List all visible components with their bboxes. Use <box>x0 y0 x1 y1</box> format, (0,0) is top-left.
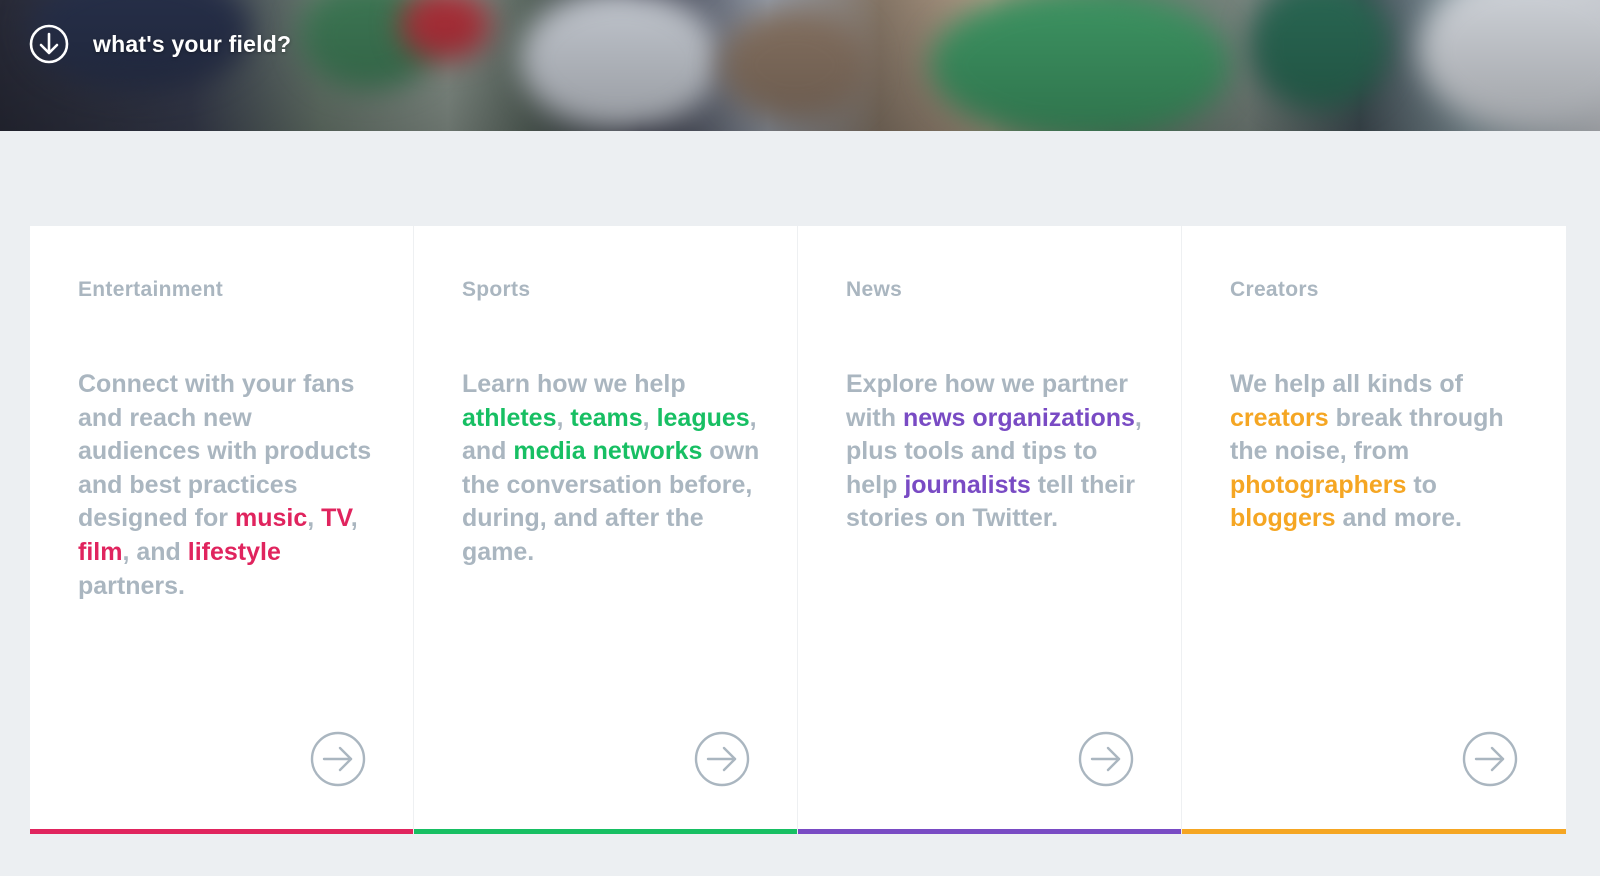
highlight-keyword: leagues <box>656 403 750 432</box>
highlight-keyword: lifestyle <box>187 537 281 566</box>
card-description: We help all kinds of creators break thro… <box>1230 368 1530 536</box>
highlight-keyword: journalists <box>904 470 1031 499</box>
description-text: , <box>350 504 358 533</box>
highlight-keyword: bloggers <box>1230 504 1336 533</box>
card-label: Sports <box>462 278 531 301</box>
hero-title: what's your field? <box>93 30 292 57</box>
description-text: partners. <box>78 571 185 600</box>
description-text: , <box>307 504 322 533</box>
card-accent-bar <box>30 829 413 834</box>
highlight-keyword: teams <box>570 403 643 432</box>
hero-header: what's your field? <box>29 24 291 64</box>
card-sports[interactable]: Sports Learn how we help athletes, teams… <box>414 226 798 834</box>
hero-shade <box>0 0 1600 131</box>
card-description: Connect with your fans and reach new aud… <box>78 368 378 603</box>
highlight-keyword: news organizations <box>902 403 1135 432</box>
description-text: , <box>556 403 571 432</box>
highlight-keyword: TV <box>321 504 351 533</box>
card-entertainment[interactable]: Entertainment Connect with your fans and… <box>30 226 414 834</box>
description-text: , <box>642 403 657 432</box>
card-label: Creators <box>1230 278 1319 301</box>
description-text: We help all kinds of <box>1230 370 1463 398</box>
description-text: Learn how we help <box>462 370 686 398</box>
card-label: News <box>846 278 903 301</box>
card-accent-bar <box>798 829 1181 834</box>
field-cards: Entertainment Connect with your fans and… <box>30 226 1566 834</box>
arrow-down-circle-icon[interactable] <box>29 24 69 64</box>
card-accent-bar <box>414 829 797 834</box>
highlight-keyword: athletes <box>462 403 557 432</box>
highlight-keyword: film <box>78 537 123 566</box>
arrow-right-circle-icon[interactable] <box>1462 731 1518 787</box>
hero-banner: what's your field? <box>0 0 1600 131</box>
description-text: to <box>1406 470 1437 499</box>
highlight-keyword: photographers <box>1230 470 1407 499</box>
arrow-right-circle-icon[interactable] <box>694 731 750 787</box>
card-news[interactable]: News Explore how we partner with news or… <box>798 226 1182 834</box>
description-text: and more. <box>1335 504 1462 533</box>
description-text: , and <box>122 537 188 566</box>
card-description: Learn how we help athletes, teams, leagu… <box>462 368 762 570</box>
arrow-right-circle-icon[interactable] <box>1078 731 1134 787</box>
highlight-keyword: media networks <box>513 437 703 466</box>
card-label: Entertainment <box>78 278 224 301</box>
highlight-keyword: music <box>234 504 308 533</box>
card-creators[interactable]: Creators We help all kinds of creators b… <box>1182 226 1566 834</box>
arrow-right-circle-icon[interactable] <box>310 731 366 787</box>
card-description: Explore how we partner with news organiz… <box>846 368 1146 536</box>
card-accent-bar <box>1182 829 1566 834</box>
highlight-keyword: creators <box>1230 403 1329 432</box>
